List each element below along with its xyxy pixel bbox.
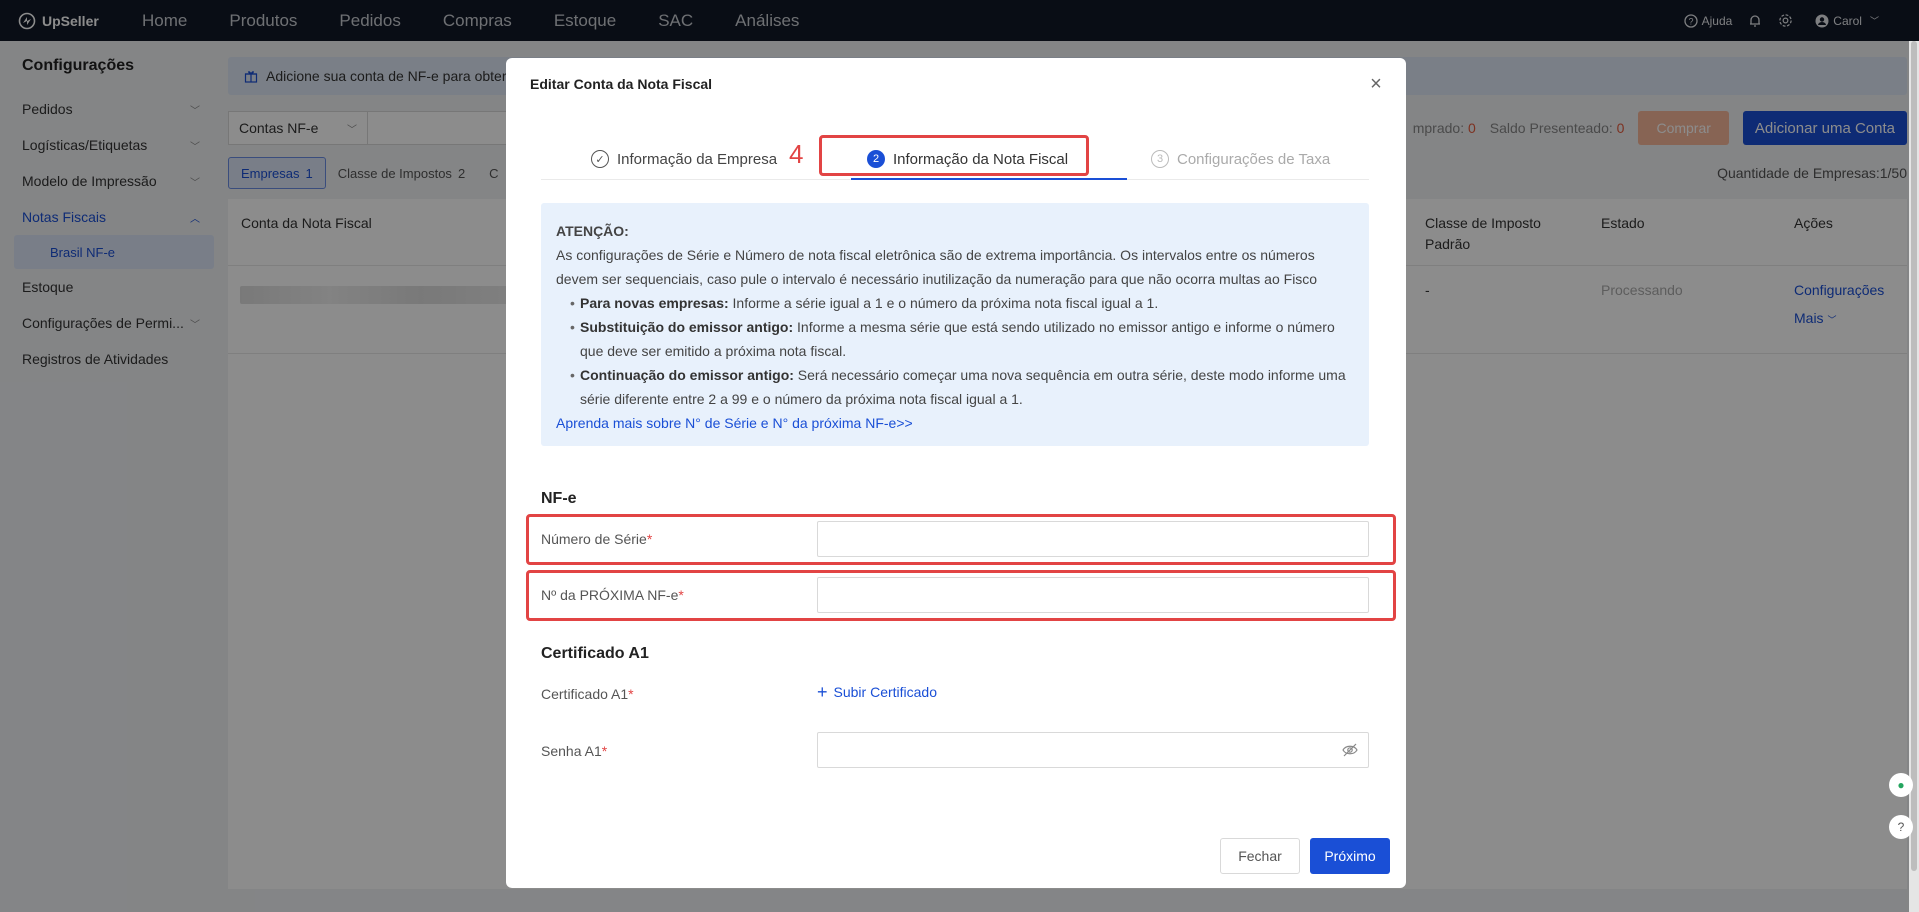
bullet-bold: Para novas empresas: <box>580 295 729 311</box>
serie-number-input[interactable] <box>817 521 1369 557</box>
serie-label-text: Número de Série <box>541 531 647 547</box>
step-taxa[interactable]: 3 Configurações de Taxa <box>1151 138 1330 180</box>
notice-title: ATENÇÃO: <box>556 223 629 239</box>
check-icon: ✓ <box>591 150 609 168</box>
close-icon[interactable]: × <box>1366 74 1386 94</box>
required-mark: * <box>628 686 634 702</box>
bullet-bold: Continuação do emissor antigo: <box>580 367 794 383</box>
bullet-text: Informe a série igual a 1 e o número da … <box>728 295 1159 311</box>
password-label: Senha A1* <box>541 743 607 759</box>
active-step-underline <box>851 178 1127 180</box>
annotation-number: 4 <box>789 139 804 169</box>
question-icon: ? <box>1897 820 1905 834</box>
attention-notice: ATENÇÃO: As configurações de Série e Núm… <box>541 203 1369 446</box>
nfe-section-title: NF-e <box>541 490 577 507</box>
password-input[interactable] <box>817 732 1369 768</box>
notice-text: As configurações de Série e Número de no… <box>556 247 1318 287</box>
next-button[interactable]: Próximo <box>1310 838 1390 874</box>
cert-label-text: Certificado A1 <box>541 686 629 702</box>
scrollbar-thumb[interactable] <box>1911 41 1917 871</box>
close-button[interactable]: Fechar <box>1220 838 1300 874</box>
upload-label: Subir Certificado <box>833 684 938 700</box>
edit-account-modal: Editar Conta da Nota Fiscal × ✓ Informaç… <box>506 58 1406 888</box>
next-nfe-input[interactable] <box>817 577 1369 613</box>
plus-icon: + <box>817 682 828 702</box>
notice-bullet: Para novas empresas: Informe a série igu… <box>570 291 1354 315</box>
password-label-text: Senha A1 <box>541 743 602 759</box>
next-nfe-label-text: Nº da PRÓXIMA NF-e <box>541 587 679 603</box>
step-number: 3 <box>1151 150 1169 168</box>
required-mark: * <box>601 743 608 759</box>
required-mark: * <box>678 587 684 603</box>
required-mark: * <box>646 531 653 547</box>
cert-label: Certificado A1* <box>541 686 634 702</box>
bullet-bold: Substituição do emissor antigo: <box>580 319 794 335</box>
step-label: Configurações de Taxa <box>1177 150 1331 168</box>
cert-section-title: Certificado A1 <box>541 645 649 662</box>
serie-label: Número de Série* <box>541 531 652 547</box>
help-float-button[interactable]: ? <box>1889 815 1913 839</box>
whatsapp-icon: ● <box>1897 778 1905 792</box>
step-label: Informação da Empresa <box>617 150 778 168</box>
modal-title: Editar Conta da Nota Fiscal <box>530 76 713 92</box>
eye-off-icon[interactable] <box>1342 742 1358 758</box>
notice-bullet: Substituição do emissor antigo: Informe … <box>570 315 1354 363</box>
step-empresa[interactable]: ✓ Informação da Empresa <box>591 138 777 180</box>
highlight-box-step <box>819 135 1089 176</box>
upload-certificate-button[interactable]: + Subir Certificado <box>817 682 938 702</box>
learn-more-link[interactable]: Aprenda mais sobre N° de Série e N° da p… <box>556 411 1354 435</box>
whatsapp-button[interactable]: ● <box>1889 773 1913 797</box>
next-nfe-label: Nº da PRÓXIMA NF-e* <box>541 587 684 603</box>
notice-bullet: Continuação do emissor antigo: Será nece… <box>570 363 1354 411</box>
